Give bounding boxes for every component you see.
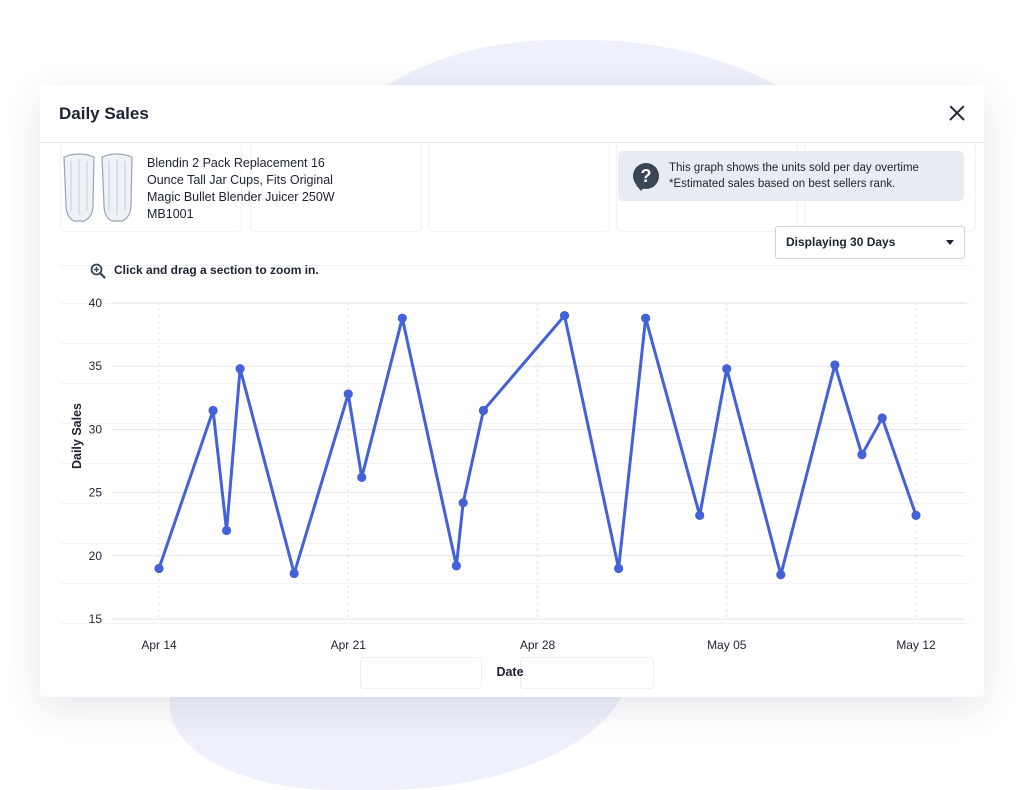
x-tick-label: May 05 xyxy=(707,638,747,652)
data-point xyxy=(357,472,367,483)
data-point xyxy=(911,510,921,520)
data-point xyxy=(343,389,353,399)
y-tick-label: 40 xyxy=(89,296,103,310)
data-point xyxy=(857,450,867,460)
x-tick-label: May 12 xyxy=(896,638,936,652)
y-tick-label: 20 xyxy=(89,549,103,563)
data-point xyxy=(478,405,489,416)
x-tick-label: Apr 14 xyxy=(141,638,177,652)
data-point xyxy=(776,570,786,580)
data-point xyxy=(830,360,840,370)
y-tick-label: 25 xyxy=(89,486,103,500)
data-point xyxy=(397,313,407,323)
series-line xyxy=(157,314,918,577)
data-point xyxy=(559,311,570,321)
daily-sales-chart[interactable]: 15 20 25 30 35 40 Apr 14 Apr 21 Apr 28 May 05 May … xyxy=(40,85,984,697)
y-tick-label: 30 xyxy=(89,422,103,436)
data-point xyxy=(695,510,705,520)
data-point xyxy=(641,313,651,323)
x-tick-label: Apr 28 xyxy=(520,638,556,652)
data-point xyxy=(722,364,732,374)
daily-sales-modal: Daily Sales Blendin 2 Pack Replacement 1… xyxy=(40,85,984,697)
data-point xyxy=(614,563,624,574)
data-point xyxy=(235,364,245,374)
data-point xyxy=(208,405,218,416)
x-tick-label: Apr 21 xyxy=(331,638,367,652)
data-point xyxy=(877,413,887,423)
data-point xyxy=(221,525,232,536)
data-point xyxy=(451,561,461,571)
x-axis-label: Date xyxy=(496,665,523,679)
data-point xyxy=(154,563,164,574)
data-point xyxy=(289,568,299,579)
y-axis-label: Daily Sales xyxy=(70,403,84,469)
y-tick-label: 15 xyxy=(89,612,103,626)
y-tick-label: 35 xyxy=(89,359,103,373)
data-point xyxy=(458,498,468,508)
